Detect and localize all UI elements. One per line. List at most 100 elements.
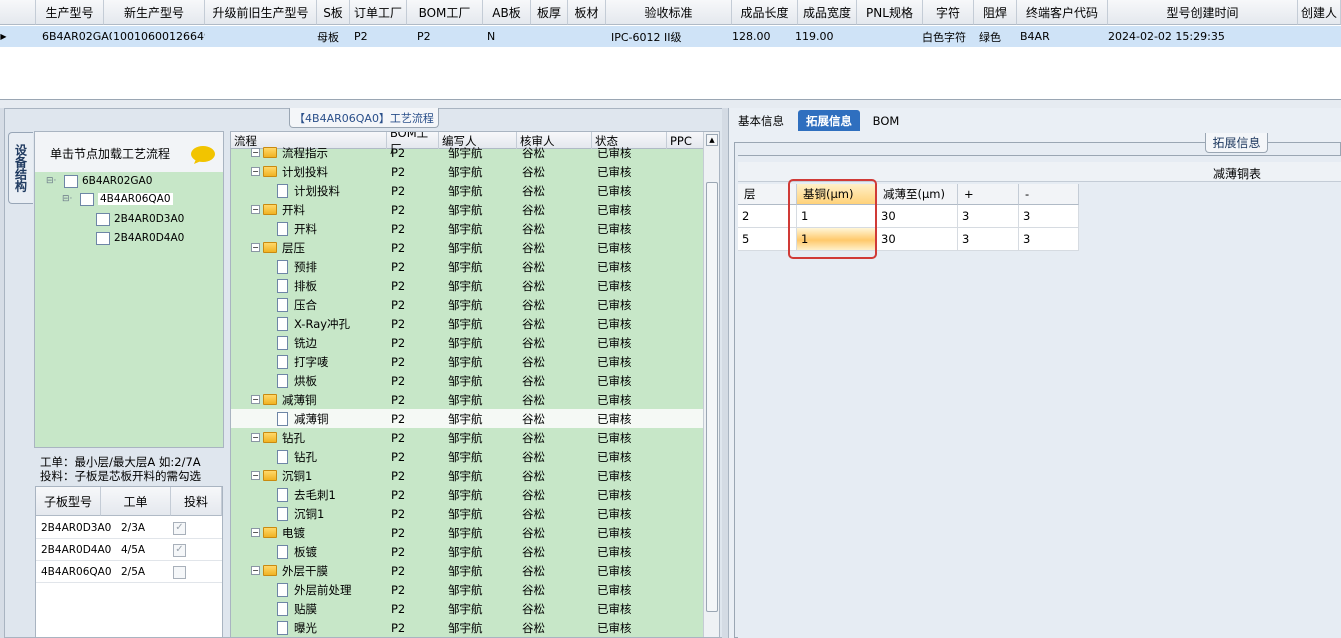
column-header[interactable]: 字符 [923, 0, 974, 25]
flow-step-name[interactable]: 外层前处理 [277, 580, 352, 599]
reduce-table-cell[interactable]: 3 [1019, 205, 1079, 228]
column-header[interactable]: AB板 [483, 0, 531, 25]
collapse-icon[interactable]: − [251, 148, 260, 157]
flow-row[interactable]: − 钻孔 P2 邹宇航 谷松 已审核 [231, 428, 705, 447]
flow-row[interactable]: 沉铜1 P2 邹宇航 谷松 已审核 [231, 504, 705, 523]
sub-grid-header[interactable]: 工单 [101, 487, 171, 516]
tab-equipment-structure[interactable]: 设备结构 [8, 132, 33, 204]
cell-pnl-spec[interactable] [857, 26, 923, 47]
flow-row[interactable]: 减薄铜 P2 邹宇航 谷松 已审核 [231, 409, 705, 428]
reduce-table-cell[interactable]: 30 [877, 205, 958, 228]
flow-step-name[interactable]: 钻孔 [277, 447, 317, 466]
sub-grid-header[interactable]: 投料 [171, 487, 222, 516]
flow-row[interactable]: − 层压 P2 邹宇航 谷松 已审核 [231, 238, 705, 257]
tab-basic-info[interactable]: 基本信息 [734, 110, 788, 131]
cell-material[interactable] [568, 26, 606, 47]
flow-step-name[interactable]: 打字唛 [277, 352, 329, 371]
tree-node[interactable]: 2B4AR0D4A0 [78, 230, 184, 246]
flow-step-name[interactable]: − 电镀 [251, 523, 305, 542]
flow-row[interactable]: 贴膜 P2 邹宇航 谷松 已审核 [231, 599, 705, 618]
flow-row[interactable]: 钻孔 P2 邹宇航 谷松 已审核 [231, 447, 705, 466]
column-header[interactable]: 成品宽度 [798, 0, 857, 25]
node-checkbox-icon[interactable] [80, 192, 94, 206]
collapse-icon[interactable]: − [251, 433, 260, 442]
flow-row[interactable]: − 沉铜1 P2 邹宇航 谷松 已审核 [231, 466, 705, 485]
collapse-icon[interactable]: − [251, 471, 260, 480]
cell-thickness[interactable] [531, 26, 568, 47]
flow-row[interactable]: − 流程指示 P2 邹宇航 谷松 已审核 [231, 143, 705, 162]
cell-new-production-model[interactable]: 10010600126649 [113, 26, 205, 47]
collapse-icon[interactable]: − [251, 566, 260, 575]
flow-step-name[interactable]: X-Ray冲孔 [277, 314, 350, 333]
sub-board-row[interactable]: 2B4AR0D4A0 4/5A ✓ [36, 539, 222, 561]
reduce-table-cell[interactable]: 3 [958, 228, 1019, 251]
reduce-table-cell[interactable]: 3 [958, 205, 1019, 228]
flow-step-name[interactable]: − 开料 [251, 200, 305, 219]
flow-row[interactable]: − 开料 P2 邹宇航 谷松 已审核 [231, 200, 705, 219]
sub-board-feed[interactable] [173, 561, 213, 583]
cell-s-board[interactable]: 母板 [317, 26, 350, 47]
column-header[interactable]: 验收标准 [606, 0, 732, 25]
flow-step-name[interactable]: 减薄铜 [277, 409, 329, 428]
cell-ab-board[interactable]: N [487, 26, 531, 47]
cell-bom-factory[interactable]: P2 [417, 26, 483, 47]
flow-row[interactable]: 预排 P2 邹宇航 谷松 已审核 [231, 257, 705, 276]
collapse-icon[interactable]: − [251, 395, 260, 404]
sub-board-model[interactable]: 2B4AR0D4A0 [41, 539, 111, 561]
flow-step-name[interactable]: 沉铜1 [277, 504, 324, 523]
flow-step-name[interactable]: 贴膜 [277, 599, 317, 618]
column-header[interactable]: 成品长度 [732, 0, 798, 25]
collapse-icon[interactable]: − [251, 167, 260, 176]
flow-row[interactable]: 打字唛 P2 邹宇航 谷松 已审核 [231, 352, 705, 371]
flow-step-name[interactable]: − 层压 [251, 238, 305, 257]
flow-step-name[interactable]: 开料 [277, 219, 317, 238]
reduce-table-cell[interactable]: 30 [877, 228, 958, 251]
column-header[interactable]: 创建人 [1298, 0, 1341, 25]
reduce-table-header[interactable]: 减薄至(μm) [877, 184, 958, 205]
cell-character[interactable]: 白色字符 [922, 26, 974, 47]
column-header[interactable]: 阻焊 [974, 0, 1017, 25]
column-header[interactable]: 升级前旧生产型号 [205, 0, 317, 25]
collapse-icon[interactable]: − [251, 205, 260, 214]
flow-step-name[interactable]: 预排 [277, 257, 317, 276]
column-header[interactable]: PNL规格 [857, 0, 923, 25]
flow-row[interactable]: 排板 P2 邹宇航 谷松 已审核 [231, 276, 705, 295]
reduce-table-header[interactable]: + [958, 184, 1019, 205]
cell-length[interactable]: 128.00 [732, 26, 798, 47]
sub-board-feed[interactable]: ✓ [173, 539, 213, 561]
cell-created-time[interactable]: 2024-02-02 15:29:35 [1108, 26, 1298, 47]
flow-step-name[interactable]: − 钻孔 [251, 428, 305, 447]
cell-customer-code[interactable]: B4AR [1020, 26, 1108, 47]
sub-board-model[interactable]: 4B4AR06QA0 [41, 561, 112, 583]
flow-row[interactable]: − 外层干膜 P2 邹宇航 谷松 已审核 [231, 561, 705, 580]
flow-row[interactable]: 去毛刺1 P2 邹宇航 谷松 已审核 [231, 485, 705, 504]
tab-extended-info[interactable]: 拓展信息 [798, 110, 860, 131]
tree-node[interactable]: ⊟· 4B4AR06QA0 [62, 191, 173, 207]
sub-board-row[interactable]: 4B4AR06QA0 2/5A [36, 561, 222, 583]
flow-step-name[interactable]: 曝光 [277, 618, 317, 637]
reduce-table-header[interactable]: - [1019, 184, 1079, 205]
flow-row[interactable]: 板镀 P2 邹宇航 谷松 已审核 [231, 542, 705, 561]
feed-checkbox[interactable] [173, 565, 186, 579]
sub-board-order[interactable]: 2/5A [121, 561, 169, 583]
cell-width[interactable]: 119.00 [795, 26, 857, 47]
flow-step-name[interactable]: − 减薄铜 [251, 390, 317, 409]
sub-grid-header[interactable]: 子板型号 [36, 487, 101, 516]
flow-step-name[interactable]: 压合 [277, 295, 317, 314]
production-model-row[interactable]: 6B4AR02GA0 10010600126649 母板 P2 P2 N IPC-6012 … [0, 26, 1341, 47]
cell-old-model[interactable] [205, 26, 317, 47]
sub-board-order[interactable]: 4/5A [121, 539, 169, 561]
node-checkbox-icon[interactable] [96, 231, 110, 245]
column-header[interactable]: 生产型号 [36, 0, 104, 25]
tab-bom[interactable]: BOM [870, 110, 902, 131]
column-header[interactable]: 板材 [568, 0, 606, 25]
flow-step-name[interactable]: − 外层干膜 [251, 561, 328, 580]
cell-acceptance-standard[interactable]: IPC-6012 II级 [611, 26, 732, 47]
flow-step-name[interactable]: − 沉铜1 [251, 466, 312, 485]
flow-row[interactable]: 曝光 P2 邹宇航 谷松 已审核 [231, 618, 705, 637]
flow-row[interactable]: 烘板 P2 邹宇航 谷松 已审核 [231, 371, 705, 390]
flow-step-name[interactable]: 烘板 [277, 371, 317, 390]
scroll-up-arrow-icon[interactable]: ▲ [706, 134, 718, 146]
flow-step-name[interactable]: 板镀 [277, 542, 317, 561]
sub-board-order[interactable]: 2/3A [121, 517, 169, 539]
